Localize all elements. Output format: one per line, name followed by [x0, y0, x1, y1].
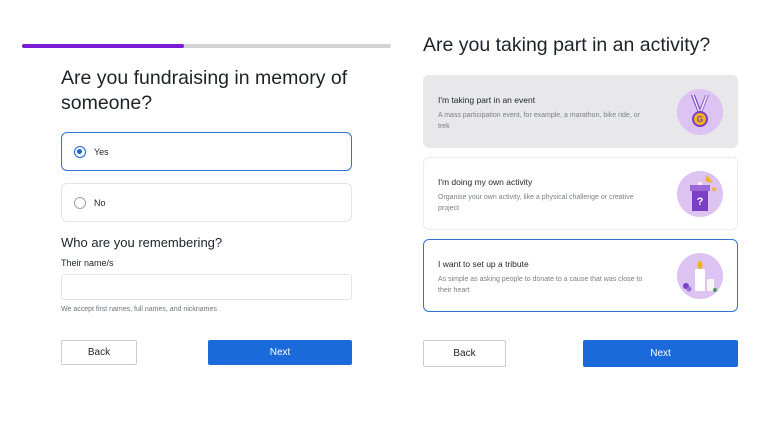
- name-field-hint: We accept first names, full names, and n…: [61, 306, 217, 313]
- activity-card-tribute-description: As simple as asking people to donate to …: [438, 276, 643, 294]
- radio-button-yes[interactable]: [74, 145, 86, 158]
- option-yes-label: Yes: [94, 146, 109, 157]
- option-no-label: No: [94, 197, 106, 208]
- next-button[interactable]: Next: [208, 340, 352, 365]
- activity-card-tribute-title: I want to set up a tribute: [438, 259, 529, 269]
- svg-text:?: ?: [697, 196, 704, 208]
- activity-card-event[interactable]: I'm taking part in an event A mass parti…: [423, 75, 738, 148]
- svg-text:G: G: [697, 115, 703, 124]
- radio-button-no[interactable]: [74, 196, 86, 209]
- name-input[interactable]: [61, 274, 352, 300]
- candle-icon: [677, 253, 723, 299]
- remembering-subheading: Who are you remembering?: [61, 235, 223, 250]
- activity-back-button[interactable]: Back: [423, 340, 506, 367]
- back-button[interactable]: Back: [61, 340, 137, 365]
- activity-next-button[interactable]: Next: [583, 340, 738, 367]
- activity-card-own[interactable]: I'm doing my own activity Organise your …: [423, 157, 738, 230]
- option-yes[interactable]: Yes: [61, 132, 352, 171]
- memory-question-title: Are you fundraising in memory of someone…: [61, 67, 348, 114]
- progress-bar-fill: [22, 44, 185, 48]
- medal-icon: G: [677, 89, 723, 135]
- activity-card-own-title: I'm doing my own activity: [438, 177, 533, 187]
- activity-card-event-description: A mass participation event, for example,…: [438, 112, 640, 130]
- name-field-label: Their name/s: [61, 258, 114, 268]
- progress-bar: [22, 44, 391, 48]
- activity-card-event-title: I'm taking part in an event: [438, 95, 536, 105]
- mystery-box-icon: ?: [677, 171, 723, 217]
- option-no[interactable]: No: [61, 183, 352, 222]
- activity-card-tribute[interactable]: I want to set up a tribute As simple as …: [423, 239, 738, 312]
- activity-card-own-description: Organise your own activity, like a physi…: [438, 194, 634, 212]
- activity-question-title: Are you taking part in an activity?: [423, 34, 711, 56]
